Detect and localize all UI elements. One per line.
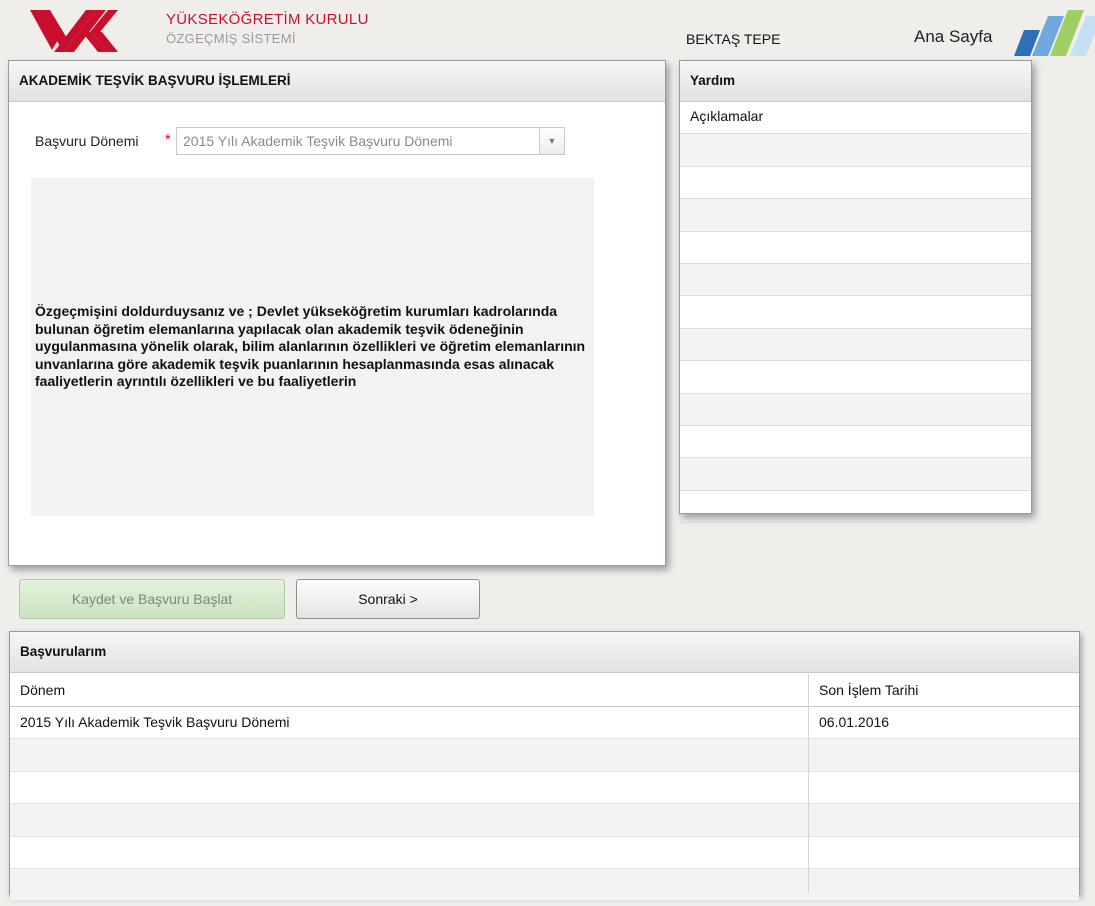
help-list: Açıklamalar bbox=[680, 102, 1031, 524]
help-row bbox=[680, 393, 1031, 426]
decorative-stripes-icon bbox=[1014, 10, 1095, 56]
table-row[interactable] bbox=[10, 739, 1079, 772]
help-row bbox=[680, 167, 1031, 200]
applications-panel-title: Başvurularım bbox=[10, 632, 1079, 673]
application-panel-title: AKADEMİK TEŞVİK BAŞVURU İŞLEMLERİ bbox=[9, 61, 665, 102]
applications-panel: Başvurularım Dönem Son İşlem Tarihi 2015… bbox=[9, 631, 1080, 902]
table-row[interactable] bbox=[10, 772, 1079, 805]
table-row[interactable] bbox=[10, 869, 1079, 902]
help-row bbox=[680, 458, 1031, 491]
help-panel-title: Yardım bbox=[680, 61, 1031, 102]
brand-title: YÜKSEKÖĞRETİM KURULU bbox=[166, 11, 369, 28]
table-row[interactable] bbox=[10, 837, 1079, 869]
info-box: Özgeçmişini doldurduysanız ve ; Devlet y… bbox=[31, 178, 594, 516]
help-row bbox=[680, 134, 1031, 167]
yok-logo bbox=[30, 10, 118, 52]
help-row bbox=[680, 296, 1031, 329]
user-name[interactable]: BEKTAŞ TEPE bbox=[686, 31, 780, 47]
help-row bbox=[680, 426, 1031, 459]
cell-period: 2015 Yılı Akademik Teşvik Başvuru Dönemi bbox=[20, 714, 290, 730]
help-row bbox=[680, 232, 1031, 264]
help-panel: Yardım Açıklamalar bbox=[679, 60, 1032, 524]
info-text: Özgeçmişini doldurduysanız ve ; Devlet y… bbox=[35, 303, 586, 390]
column-header-period[interactable]: Dönem bbox=[20, 682, 65, 698]
required-marker: * bbox=[165, 131, 171, 148]
save-and-start-button[interactable]: Kaydet ve Başvuru Başlat bbox=[19, 579, 285, 619]
application-panel: AKADEMİK TEŞVİK BAŞVURU İŞLEMLERİ Başvur… bbox=[8, 60, 666, 566]
brand-subtitle: ÖZGEÇMİŞ SİSTEMİ bbox=[166, 31, 296, 46]
help-row bbox=[680, 199, 1031, 232]
cell-last-action-date: 06.01.2016 bbox=[819, 714, 890, 730]
table-row[interactable] bbox=[10, 804, 1079, 837]
help-row[interactable]: Açıklamalar bbox=[680, 102, 1031, 135]
period-label: Başvuru Dönemi bbox=[35, 133, 139, 149]
table-row[interactable]: 2015 Yılı Akademik Teşvik Başvuru Dönemi… bbox=[10, 707, 1079, 740]
help-row bbox=[680, 491, 1031, 524]
next-button[interactable]: Sonraki > bbox=[296, 579, 480, 619]
column-header-last-action-date[interactable]: Son İşlem Tarihi bbox=[819, 682, 918, 698]
period-select[interactable]: 2015 Yılı Akademik Teşvik Başvuru Dönemi… bbox=[176, 127, 565, 155]
chevron-down-icon[interactable]: ▼ bbox=[539, 128, 564, 154]
help-row bbox=[680, 328, 1031, 362]
help-row bbox=[680, 263, 1031, 297]
column-divider bbox=[808, 674, 809, 893]
home-link[interactable]: Ana Sayfa bbox=[914, 27, 992, 47]
period-select-value: 2015 Yılı Akademik Teşvik Başvuru Dönemi bbox=[183, 133, 453, 149]
table-header: Dönem Son İşlem Tarihi bbox=[10, 674, 1079, 707]
help-row bbox=[680, 361, 1031, 394]
